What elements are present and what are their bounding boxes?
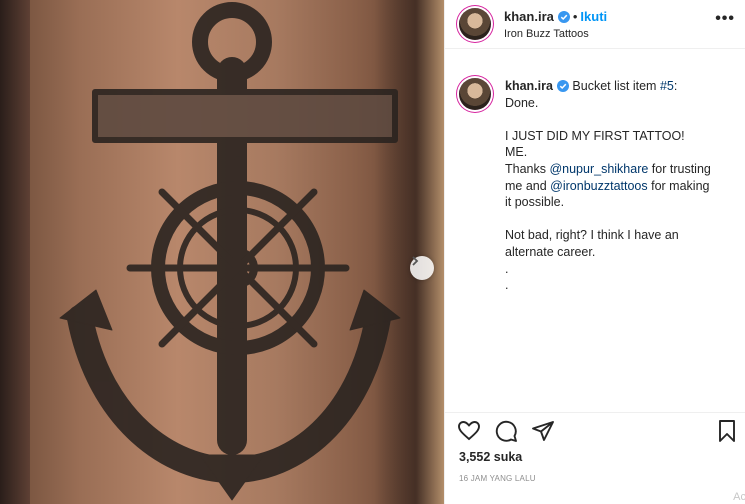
mention-link[interactable]: @ironbuzztattoos [550,179,647,193]
post-sidebar: khan.ira • Ikuti Iron Buzz Tattoos ••• kha… [444,0,745,504]
share-button[interactable] [531,419,557,445]
caption-line: Thanks @nupur_shikhare for trusting [505,161,711,176]
caption-text: khan.ira Bucket list item #5: Done. I JU… [505,78,739,294]
caption-username[interactable]: khan.ira [505,79,553,93]
separator-dot: • [572,9,578,24]
corner-label: Ac [733,491,745,503]
like-button[interactable] [457,419,483,445]
verified-icon [557,11,570,23]
username-link[interactable]: khan.ira [504,9,554,24]
caption-line: it possible. [505,195,565,210]
header-username-row: khan.ira • Ikuti [504,9,607,24]
save-button[interactable] [715,419,741,445]
caption-line: . [505,261,509,276]
comment-button[interactable] [494,419,520,445]
heart-icon [458,421,480,441]
caption-first-line: Bucket list item #5: [572,79,678,93]
caption-avatar[interactable] [459,78,491,110]
post-header: khan.ira • Ikuti Iron Buzz Tattoos ••• [445,0,745,49]
more-icon: ••• [715,10,735,27]
chevron-right-icon [412,256,419,266]
next-photo-button[interactable] [410,256,434,280]
like-count[interactable]: 3,552 suka [459,450,522,464]
caption-line: . [505,278,509,293]
caption-line: Not bad, right? I think I have an [505,228,679,243]
share-icon [532,421,554,441]
verified-icon [556,80,569,92]
anchor-tattoo-image [59,2,401,501]
location-link[interactable]: Iron Buzz Tattoos [504,28,589,40]
caption-line [505,111,739,128]
mention-link[interactable]: #5 [660,79,674,93]
caption-line: me and @ironbuzztattoos for making [505,178,710,193]
action-bar: 3,552 suka 16 JAM YANG LALU Ac [445,412,745,503]
comment-icon [495,420,517,442]
caption-line [505,211,739,228]
bookmark-icon [719,420,735,442]
avatar[interactable] [459,8,491,40]
post-photo[interactable] [0,0,444,504]
caption-line: alternate career. [505,244,596,259]
caption-line: Done. [505,95,539,110]
mention-link[interactable]: @nupur_shikhare [549,162,648,176]
follow-button[interactable]: Ikuti [580,9,607,24]
caption-line: ME. [505,145,528,160]
more-options-button[interactable]: ••• [715,10,735,28]
post-timestamp[interactable]: 16 JAM YANG LALU [459,474,536,483]
caption-line: I JUST DID MY FIRST TATTOO! [505,128,685,143]
